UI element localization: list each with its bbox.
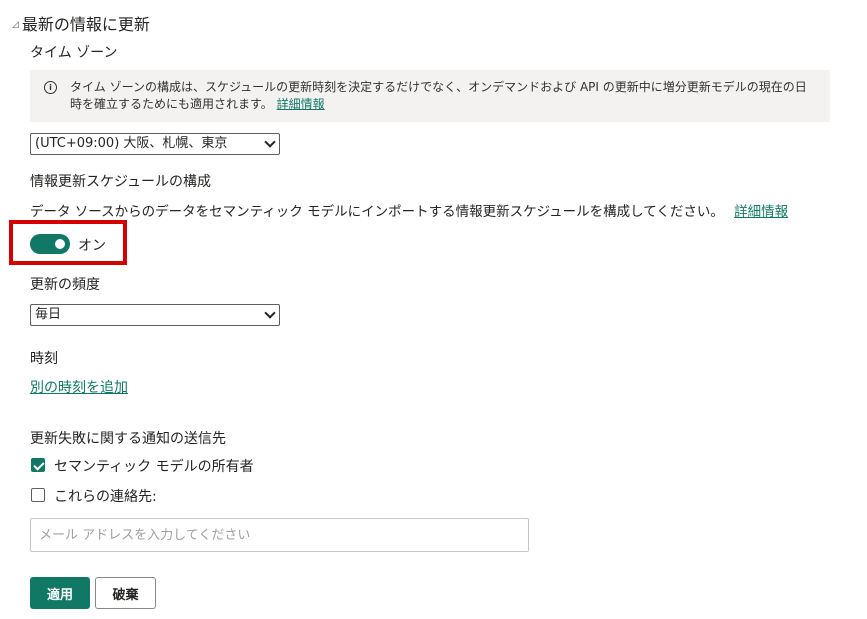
discard-button[interactable]: 破棄	[95, 577, 156, 609]
owner-checkbox-label: セマンティック モデルの所有者	[54, 459, 254, 475]
chevron-down-icon	[264, 307, 276, 319]
contacts-checkbox[interactable]	[31, 488, 45, 502]
frequency-label: 更新の頻度	[30, 277, 100, 293]
notify-label: 更新失敗に関する通知の送信先	[30, 431, 226, 447]
schedule-description: データ ソースからのデータをセマンティック モデルにインポートする情報更新スケジ…	[30, 204, 724, 220]
toggle-state-label: オン	[78, 238, 106, 254]
collapse-triangle-icon: ◿	[12, 20, 19, 30]
add-time-link[interactable]: 別の時刻を追加	[30, 377, 128, 397]
email-input[interactable]	[30, 518, 529, 552]
timezone-label: タイム ゾーン	[30, 45, 118, 61]
schedule-description-row: データ ソースからのデータをセマンティック モデルにインポートする情報更新スケジ…	[30, 200, 788, 220]
refresh-schedule-toggle[interactable]	[30, 234, 70, 254]
section-header[interactable]: ◿ 最新の情報に更新	[12, 11, 150, 35]
schedule-learn-more-link[interactable]: 詳細情報	[734, 204, 788, 220]
frequency-select[interactable]: 毎日	[30, 304, 280, 326]
frequency-selected-value: 毎日	[35, 307, 62, 322]
chevron-down-icon	[264, 136, 276, 148]
apply-button[interactable]: 適用	[30, 577, 90, 609]
timezone-selected-value: (UTC+09:00) 大阪、札幌、東京	[35, 136, 228, 151]
schedule-label: 情報更新スケジュールの構成	[30, 174, 212, 190]
timezone-info-box: i タイム ゾーンの構成は、スケジュールの更新時刻を決定するだけでなく、オンデマ…	[30, 70, 830, 122]
toggle-knob	[55, 239, 65, 249]
section-title: 最新の情報に更新	[21, 15, 150, 34]
owner-checkbox[interactable]	[31, 458, 45, 472]
time-label: 時刻	[30, 351, 58, 367]
timezone-info-text: タイム ゾーンの構成は、スケジュールの更新時刻を決定するだけでなく、オンデマンド…	[70, 80, 807, 111]
info-icon: i	[44, 81, 57, 94]
timezone-select[interactable]: (UTC+09:00) 大阪、札幌、東京	[30, 133, 280, 155]
contacts-checkbox-label: これらの連絡先:	[54, 489, 157, 505]
timezone-learn-more-link[interactable]: 詳細情報	[277, 97, 325, 111]
